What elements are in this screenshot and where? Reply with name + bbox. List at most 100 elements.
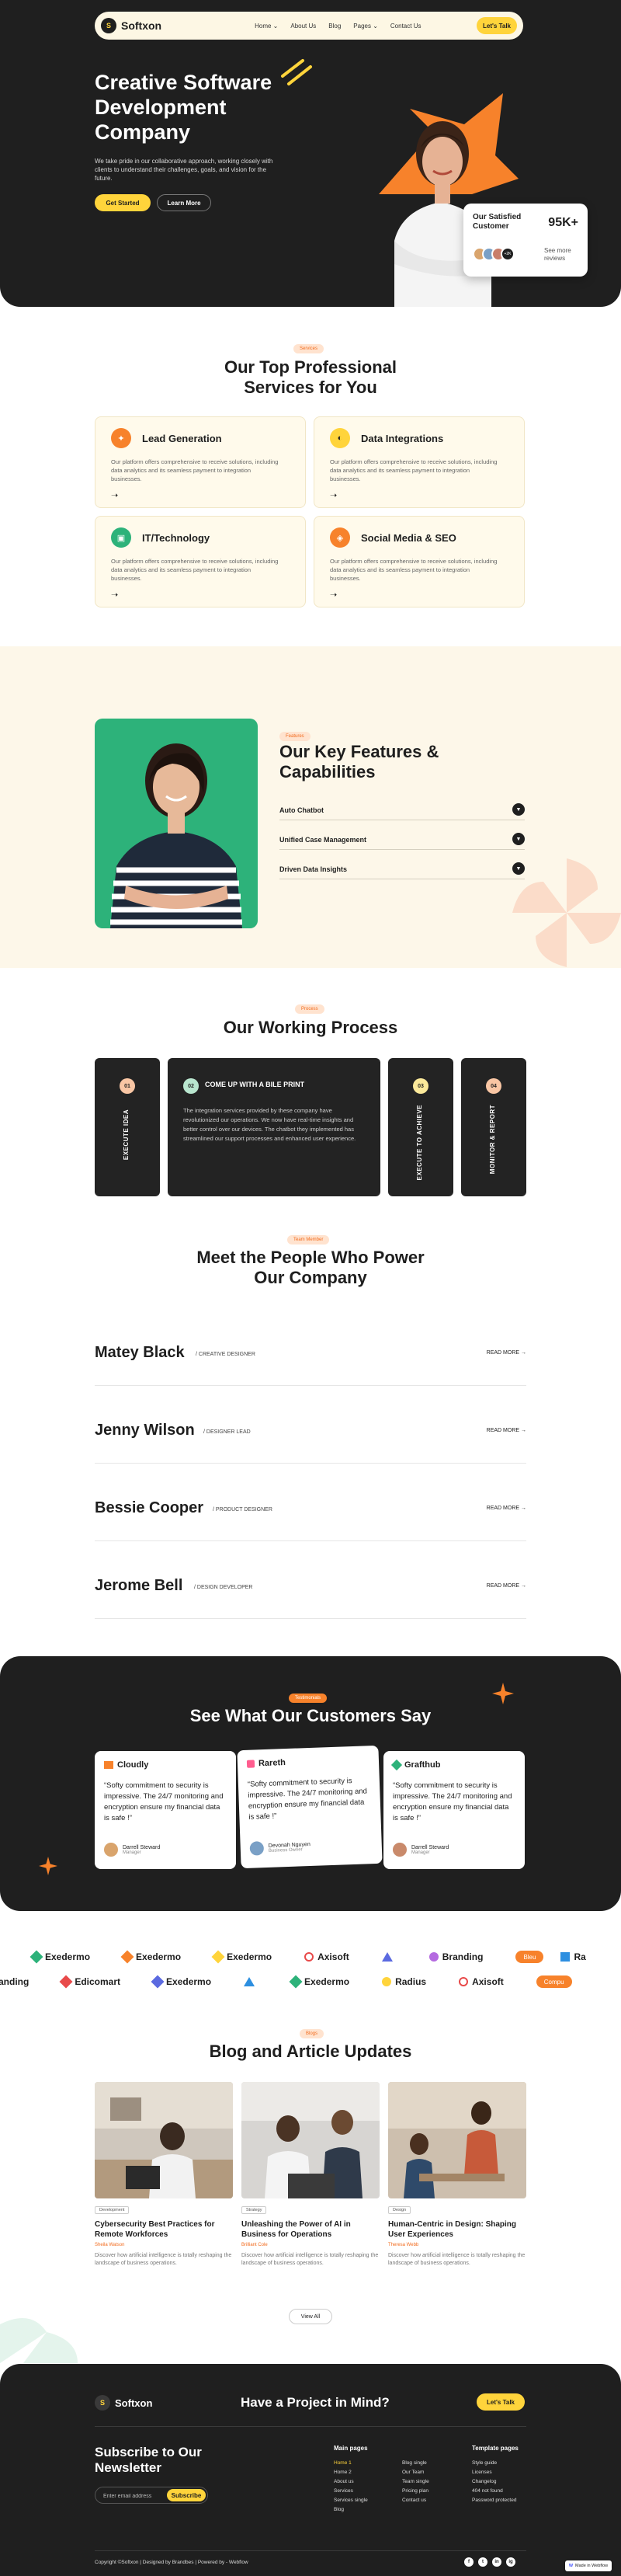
arrow-right-icon[interactable]: ➝ [330,490,337,500]
grafthub-logo-icon [390,1759,403,1771]
read-more-link[interactable]: READ MORE → [487,1506,526,1511]
step-number: 04 [486,1078,501,1094]
footer-link[interactable]: Style guide [472,2459,516,2468]
author-role: Business Owner [268,1847,303,1854]
partner-logo-icon [151,1975,165,1989]
read-more-link[interactable]: READ MORE → [487,1428,526,1433]
accordion-unified-case-management[interactable]: Unified Case Management ▼ [279,830,525,850]
testimonial-quote: “Softy commitment to security is impress… [104,1781,224,1822]
subscribe-button[interactable]: Subscribe [167,2489,206,2501]
avatar [249,1841,265,1856]
blog-description: Discover how artificial intelligence is … [241,2253,379,2266]
process-step-03[interactable]: 03 EXECUTE TO ACHIEVE [388,1058,453,1196]
footer-link[interactable]: Team single [402,2477,429,2487]
team-member-row[interactable]: Bessie Cooper / PRODUCT DESIGNER READ MO… [95,1464,526,1541]
footer-link[interactable]: Blog single [402,2459,429,2468]
blog-card[interactable]: Development Cybersecurity Best Practices… [95,2082,233,2268]
main-pages-column-2: Blog single Our Team Team single Pricing… [402,2459,429,2505]
rareth-logo-icon [246,1760,255,1768]
footer-logo[interactable]: S Softxon [95,2395,152,2411]
email-input[interactable] [103,2491,158,2501]
pinwheel-decoration-icon [0,2318,78,2363]
blog-card[interactable]: Design Human-Centric in Design: Shaping … [388,2082,526,2268]
brand-name: Cloudly [117,1760,149,1770]
nav-about[interactable]: About Us [290,23,316,30]
footer-lets-talk-button[interactable]: Let's Talk [477,2393,525,2411]
footer-link[interactable]: Our Team [402,2468,429,2477]
linkedin-icon[interactable]: in [492,2557,501,2567]
team-member-row[interactable]: Jerome Bell / DESIGN DEVELOPER READ MORE… [95,1541,526,1619]
blog-tag: Development [95,2206,130,2214]
step-label: EXECUTE TO ACHIEVE [416,1105,423,1181]
partner-name: Exedermo [136,1951,182,1962]
accordion-label: Auto Chatbot [279,806,324,814]
copyright-text: Copyright ©Softxon | Designed by Brandbe… [95,2560,248,2565]
arrow-right-icon[interactable]: ➝ [111,590,118,600]
arrow-right-icon[interactable]: ➝ [111,490,118,500]
accordion-driven-data-insights[interactable]: Driven Data Insights ▼ [279,859,525,879]
blog-card[interactable]: Strategy Unleashing the Power of AI in B… [241,2082,380,2268]
footer-link[interactable]: About us [334,2477,368,2487]
service-card-social-media-seo[interactable]: ◈ Social Media & SEO Our platform offers… [314,516,525,607]
get-started-button[interactable]: Get Started [95,194,151,211]
arrow-right-icon[interactable]: ➝ [330,590,337,600]
share-icon: ◈ [330,527,350,548]
see-more-reviews-link[interactable]: See more reviews [544,247,578,263]
read-more-link[interactable]: READ MORE → [487,1350,526,1356]
instagram-icon[interactable]: ig [506,2557,515,2567]
service-card-data-integrations[interactable]: ◐ Data Integrations Our platform offers … [314,416,525,508]
step-number: 02 [183,1078,199,1094]
nav-home[interactable]: Home ⌄ [255,23,278,30]
step-label: COME UP WITH A BILE PRINT [205,1081,305,1088]
view-all-button[interactable]: View All [289,2309,332,2324]
footer-link[interactable]: Home 2 [334,2468,368,2477]
footer-link[interactable]: Password protected [472,2496,516,2505]
partner-logo: Axisoft [304,1951,349,1962]
facebook-icon[interactable]: f [464,2557,474,2567]
chevron-down-icon[interactable]: ▼ [512,803,525,816]
footer-link[interactable]: Contact us [402,2496,429,2505]
blog-title-link[interactable]: Human-Centric in Design: Shaping User Ex… [388,2219,526,2240]
nav-pages[interactable]: Pages ⌄ [353,23,378,30]
chevron-down-icon[interactable]: ▼ [512,833,525,845]
testimonial-card: Grafthub “Softy commitment to security i… [383,1751,525,1869]
footer-link[interactable]: Home 1 [334,2459,368,2468]
service-card-lead-generation[interactable]: ✦ Lead Generation Our platform offers co… [95,416,306,508]
accordion-auto-chatbot[interactable]: Auto Chatbot ▼ [279,800,525,820]
brand-logo[interactable]: S Softxon [101,18,161,33]
footer-link[interactable]: Licenses [472,2468,516,2477]
partner-logo: Exedermo [29,1950,90,1964]
service-card-it-technology[interactable]: ▣ IT/Technology Our platform offers comp… [95,516,306,607]
made-in-webflow-badge[interactable]: W Made in Webflow [565,2560,612,2571]
testimonial-author: Devonah Nguyen Business Owner [249,1840,311,1856]
learn-more-button[interactable]: Learn More [157,194,211,211]
twitter-icon[interactable]: t [478,2557,487,2567]
lets-talk-button[interactable]: Let's Talk [477,17,517,34]
process-pill: Process [295,1004,324,1014]
team-member-row[interactable]: Jenny Wilson / DESIGNER LEAD READ MORE → [95,1386,526,1464]
testimonial-brand: Grafthub [390,1759,515,1771]
footer-link[interactable]: 404 not found [472,2487,516,2496]
read-more-link[interactable]: READ MORE → [487,1583,526,1589]
process-step-01[interactable]: 01 EXECUTE IDEA [95,1058,160,1196]
footer-link[interactable]: Services [334,2487,368,2496]
blog-image [388,2082,526,2198]
blog-title-link[interactable]: Unleashing the Power of AI in Business f… [241,2219,380,2240]
newsletter-heading: Subscribe to Our Newsletter [95,2445,202,2475]
footer-link[interactable]: Blog [334,2505,368,2515]
team-member-row[interactable]: Matey Black / CREATIVE DESIGNER READ MOR… [95,1308,526,1386]
partner-logo-icon [304,1952,314,1962]
process-step-04[interactable]: 04 MONITOR & REPORT [461,1058,526,1196]
brand-name: Softxon [115,2397,153,2409]
nav-contact[interactable]: Contact Us [390,23,422,30]
step-label: EXECUTE IDEA [123,1109,130,1161]
member-role: / CREATIVE DESIGNER [196,1352,255,1357]
partner-logo-icon [381,1952,393,1962]
footer-link[interactable]: Pricing plan [402,2487,429,2496]
footer-link[interactable]: Changelog [472,2477,516,2487]
nav-blog[interactable]: Blog [328,23,341,30]
footer-link[interactable]: Services single [334,2496,368,2505]
blog-title-link[interactable]: Cybersecurity Best Practices for Remote … [95,2219,233,2240]
service-name: Social Media & SEO [361,532,456,544]
partner-logo: Exedermo [120,1950,182,1964]
